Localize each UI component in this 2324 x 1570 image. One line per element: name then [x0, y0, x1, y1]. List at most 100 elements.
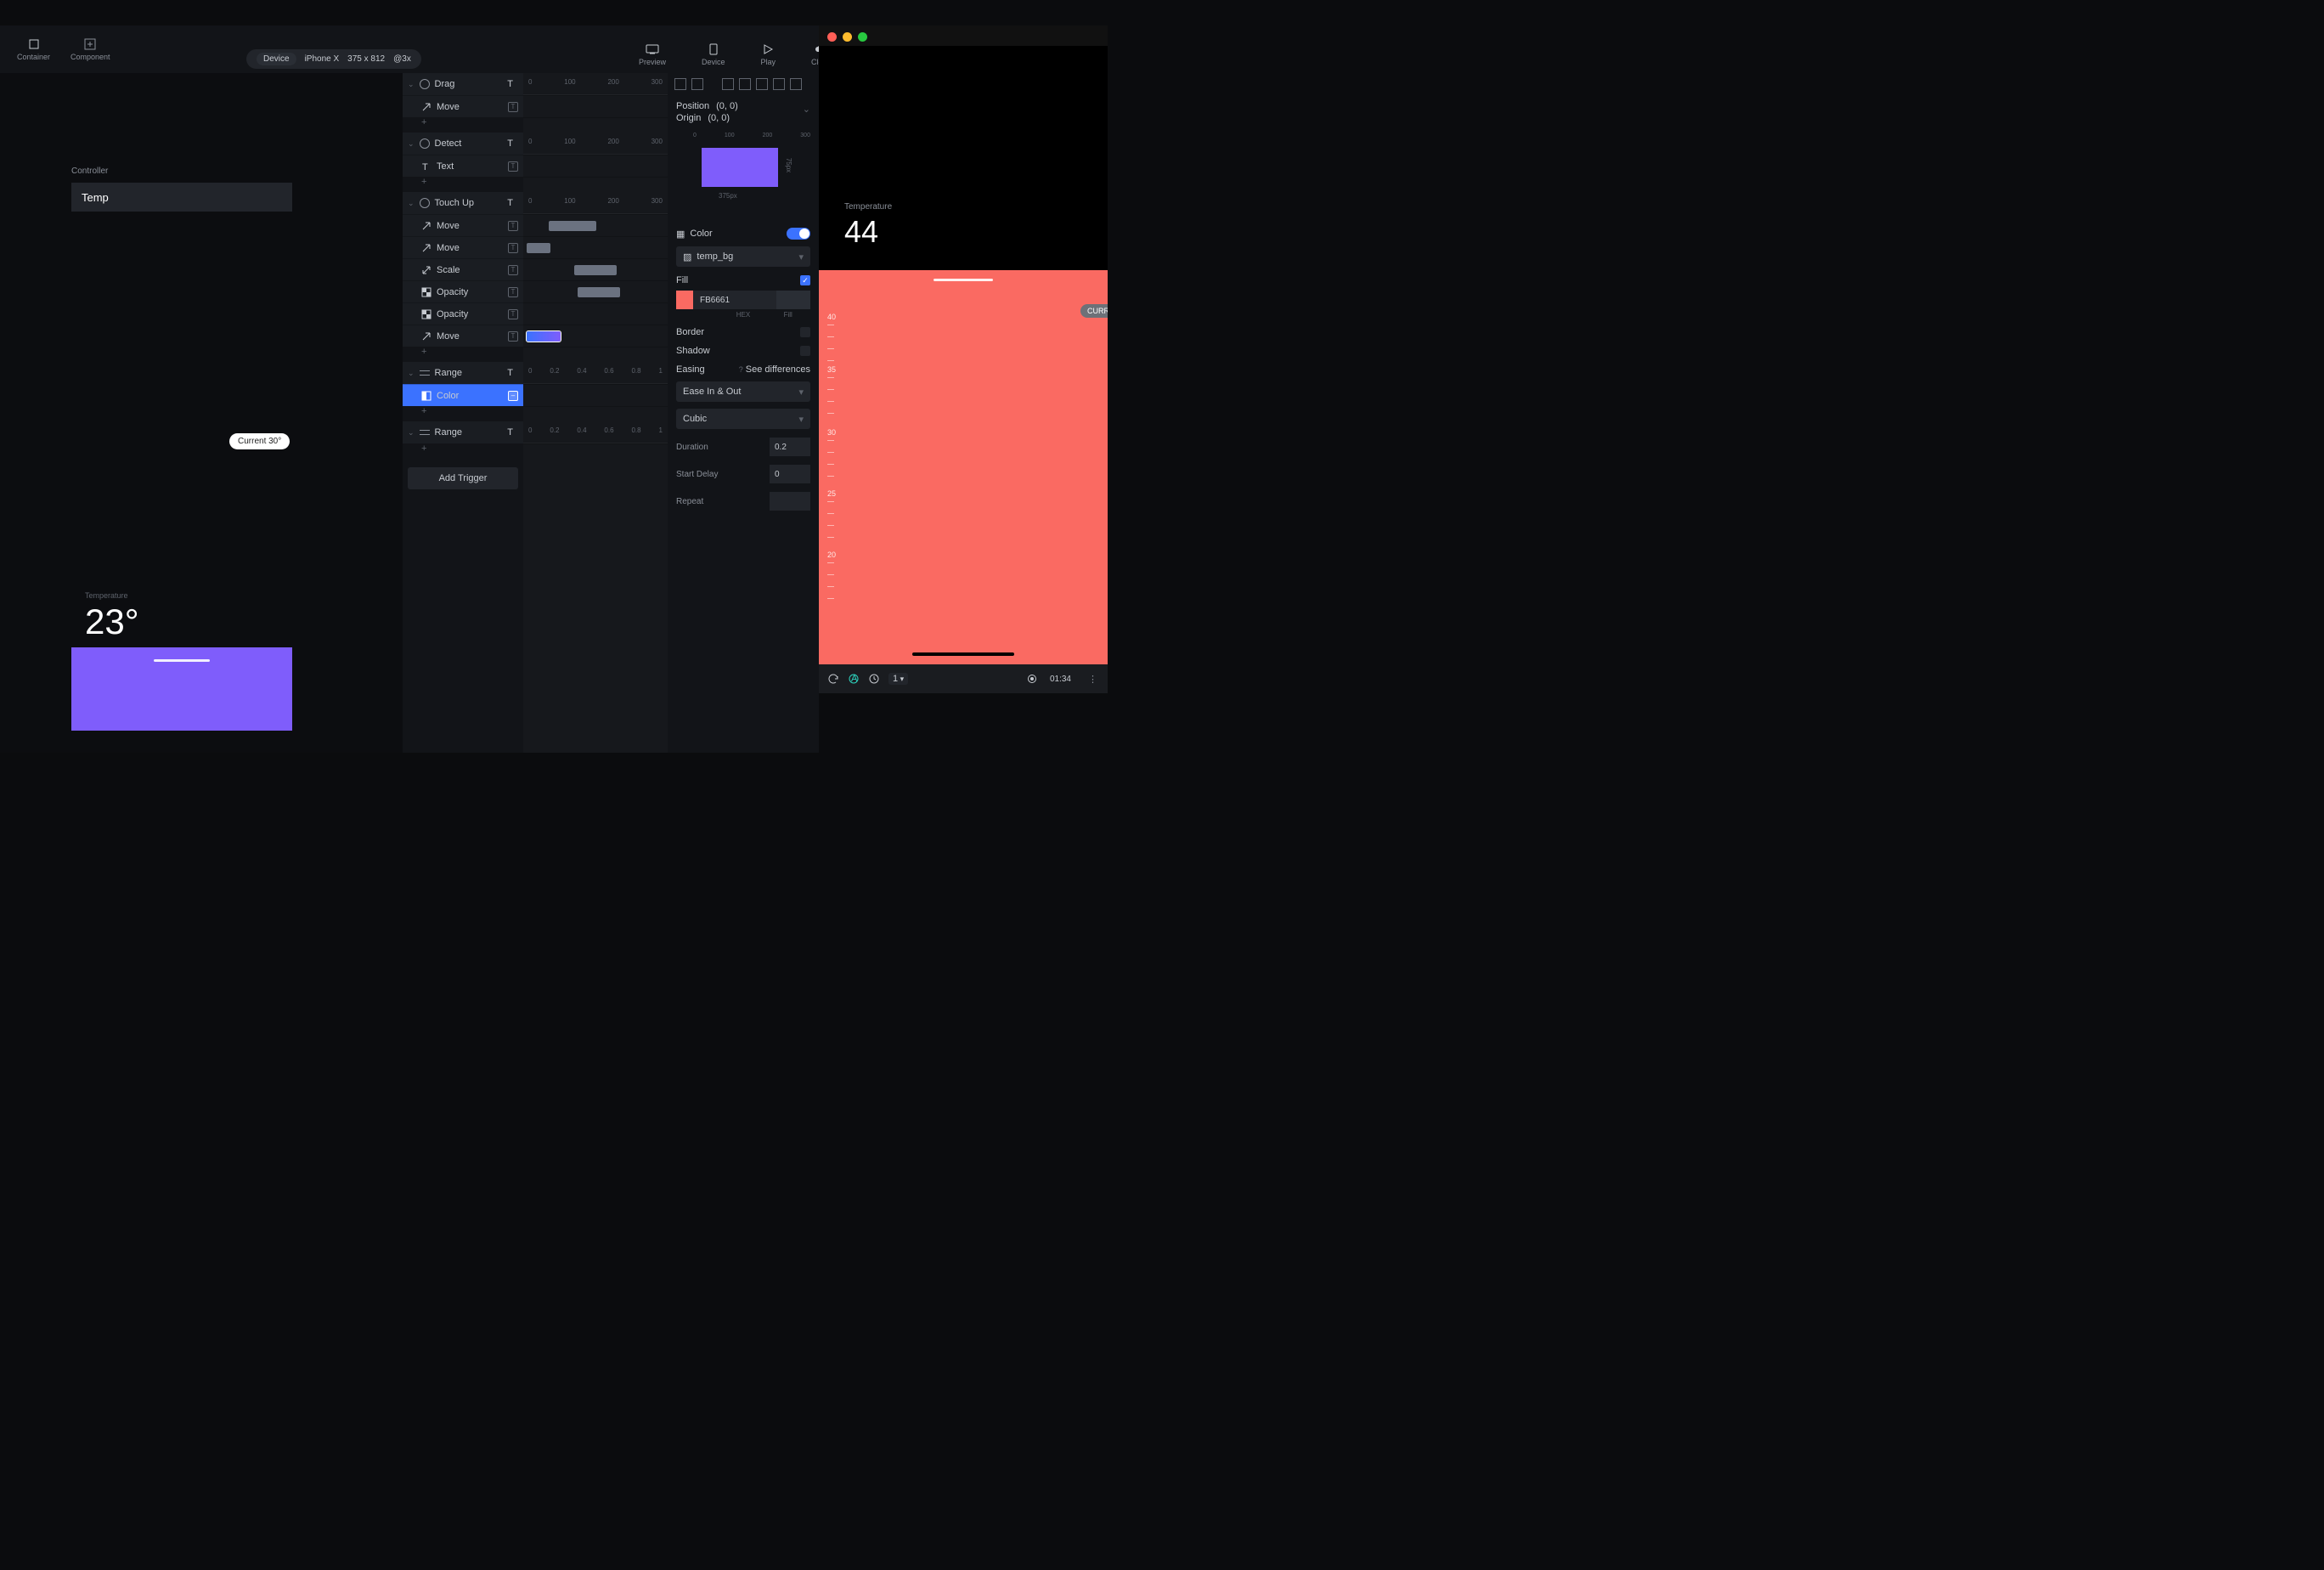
- component-icon: [83, 37, 97, 51]
- drag-handle[interactable]: [154, 659, 210, 662]
- chevron-down-icon[interactable]: ⌄: [408, 139, 415, 149]
- restart-icon[interactable]: [827, 673, 839, 685]
- trigger-group-range[interactable]: ⌄RangeT: [403, 421, 523, 443]
- trigger-group-detect[interactable]: ⌄DetectT: [403, 133, 523, 155]
- close-window-icon[interactable]: [827, 32, 837, 42]
- trigger-group-drag[interactable]: ⌄DragT: [403, 73, 523, 95]
- add-action-button[interactable]: +: [403, 406, 523, 421]
- trigger-row-move[interactable]: MoveT: [403, 325, 523, 347]
- design-canvas[interactable]: Controller Temp Current 30° Temperature …: [0, 73, 403, 753]
- device-button[interactable]: Device: [691, 39, 736, 70]
- preview-zoom[interactable]: 1 ▾: [888, 673, 908, 685]
- trigger-row-move[interactable]: MoveT: [403, 95, 523, 117]
- controller-input[interactable]: Temp: [71, 183, 292, 212]
- timeline-row[interactable]: [523, 236, 668, 258]
- chevron-down-icon[interactable]: ⌄: [408, 428, 415, 438]
- duration-input[interactable]: [770, 438, 810, 456]
- timeline-ruler: 0100200300: [523, 73, 668, 95]
- timeline-row[interactable]: [523, 258, 668, 280]
- trigger-group-touch-up[interactable]: ⌄Touch UpT: [403, 192, 523, 214]
- loop-icon[interactable]: A: [848, 673, 860, 685]
- clock-icon[interactable]: [868, 673, 880, 685]
- add-action-button[interactable]: +: [403, 117, 523, 133]
- ease-curve-value: Cubic: [683, 414, 707, 424]
- more-icon[interactable]: ⋮: [1088, 674, 1099, 685]
- trigger-row-label: Text: [437, 161, 454, 172]
- chevron-down-icon[interactable]: ⌄: [803, 104, 810, 116]
- trigger-row-scale[interactable]: ScaleT: [403, 258, 523, 280]
- shadow-checkbox[interactable]: [800, 346, 810, 356]
- timeline-row[interactable]: [523, 95, 668, 117]
- trigger-row-move[interactable]: MoveT: [403, 214, 523, 236]
- trigger-row-color[interactable]: Color–: [403, 384, 523, 406]
- preview-button[interactable]: Preview: [629, 39, 676, 70]
- container-tool[interactable]: Container: [7, 34, 60, 65]
- align-center-icon[interactable]: [691, 78, 703, 90]
- preview-temp-bg[interactable]: 4035302520 CURRENT 40°: [819, 270, 1108, 664]
- svg-text:A: A: [851, 674, 858, 684]
- minimize-window-icon[interactable]: [843, 32, 852, 42]
- timeline-bar[interactable]: [549, 221, 596, 231]
- trigger-row-opacity[interactable]: OpacityT: [403, 302, 523, 325]
- timeline-tracks[interactable]: 01002003000100200300010020030000.20.40.6…: [523, 73, 668, 753]
- text-indicator-icon: T: [507, 198, 513, 208]
- layer-select[interactable]: ▨ temp_bg ▾: [676, 246, 810, 267]
- layer-select-value: temp_bg: [697, 251, 733, 262]
- canvas-temp-label: Temperature: [85, 591, 128, 600]
- preview-drag-handle[interactable]: [934, 279, 993, 281]
- border-checkbox[interactable]: [800, 327, 810, 337]
- ease-type-select[interactable]: Ease In & Out ▾: [676, 381, 810, 402]
- chevron-down-icon[interactable]: ⌄: [408, 199, 415, 208]
- mini-rect[interactable]: [702, 148, 778, 187]
- text-indicator-icon: T: [507, 368, 513, 378]
- fill-checkbox[interactable]: ✓: [800, 275, 810, 285]
- device-screen[interactable]: Temperature 44 4035302520 CURRENT 40°: [819, 46, 1108, 664]
- chevron-down-icon[interactable]: ⌄: [408, 369, 415, 378]
- delay-input[interactable]: [770, 465, 810, 483]
- timeline-row[interactable]: [523, 302, 668, 325]
- zoom-window-icon[interactable]: [858, 32, 867, 42]
- see-differences-link[interactable]: ? See differences: [739, 364, 810, 375]
- timeline-bar[interactable]: [578, 287, 620, 297]
- timeline-bar[interactable]: [527, 331, 561, 342]
- play-button[interactable]: Play: [751, 39, 787, 70]
- timeline-bar[interactable]: [527, 243, 550, 253]
- timeline-row[interactable]: [523, 280, 668, 302]
- trigger-row-opacity[interactable]: OpacityT: [403, 280, 523, 302]
- device-selector[interactable]: Device iPhone X 375 x 812 @3x: [246, 49, 421, 69]
- timeline-bar[interactable]: [574, 265, 617, 275]
- align-left-icon[interactable]: [674, 78, 686, 90]
- distribute-h-icon[interactable]: [773, 78, 785, 90]
- align-middle-icon[interactable]: [739, 78, 751, 90]
- trigger-group-range[interactable]: ⌄RangeT: [403, 362, 523, 384]
- play-icon: [761, 42, 775, 56]
- add-action-button[interactable]: +: [403, 177, 523, 192]
- window-traffic-lights[interactable]: [827, 32, 867, 42]
- alignment-tools[interactable]: [668, 73, 819, 95]
- distribute-v-icon[interactable]: [790, 78, 802, 90]
- align-top-icon[interactable]: [722, 78, 734, 90]
- chevron-down-icon[interactable]: ⌄: [408, 80, 415, 89]
- add-action-button[interactable]: +: [403, 347, 523, 362]
- home-indicator[interactable]: [912, 652, 1014, 656]
- ease-curve-select[interactable]: Cubic ▾: [676, 409, 810, 429]
- trigger-row-text[interactable]: TTextT: [403, 155, 523, 177]
- add-action-button[interactable]: +: [403, 443, 523, 459]
- timeline-row[interactable]: [523, 325, 668, 347]
- fill-hex-input[interactable]: FB6661: [693, 291, 776, 309]
- current-temp-badge[interactable]: Current 30°: [229, 433, 290, 449]
- record-icon[interactable]: [1028, 675, 1036, 683]
- preview-window: Temperature 44 4035302520 CURRENT 40° A …: [819, 25, 1108, 693]
- add-trigger-button[interactable]: Add Trigger: [408, 467, 518, 489]
- timeline-row[interactable]: [523, 384, 668, 406]
- fill-swatch[interactable]: [676, 291, 693, 309]
- temp-bg-layer[interactable]: [71, 647, 292, 731]
- repeat-input[interactable]: [770, 492, 810, 511]
- trigger-row-move[interactable]: MoveT: [403, 236, 523, 258]
- component-tool[interactable]: Component: [60, 34, 121, 65]
- timeline-row[interactable]: [523, 155, 668, 177]
- timeline-row[interactable]: [523, 214, 668, 236]
- align-bottom-icon[interactable]: [756, 78, 768, 90]
- color-enabled-toggle[interactable]: [787, 228, 810, 240]
- fill-mode[interactable]: [776, 291, 810, 309]
